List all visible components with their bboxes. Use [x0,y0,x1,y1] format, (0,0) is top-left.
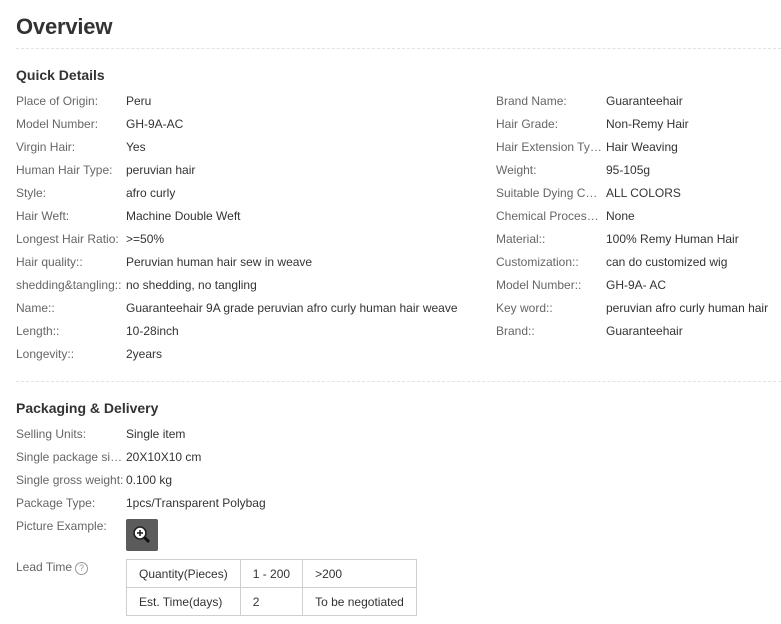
detail-value: Yes [126,140,146,154]
detail-label: Model Number:: [496,278,582,292]
detail-label: Virgin Hair: [16,140,76,154]
question-circle-icon[interactable]: ? [75,562,89,575]
detail-value: Guaranteehair [606,324,683,338]
packaging-value: Single item [126,427,186,441]
detail-label: Hair Grade: [496,117,559,131]
detail-label: Hair Extension Type: [496,140,604,154]
detail-label: Style: [16,186,47,200]
detail-value: Guaranteehair [606,94,683,108]
detail-value: 95-105g [606,163,651,177]
detail-value: 10-28inch [126,324,179,338]
packaging-value: 20X10X10 cm [126,450,202,464]
packaging-heading: Packaging & Delivery [16,400,159,416]
detail-value: GH-9A-AC [126,117,184,131]
detail-value: >=50% [126,232,165,246]
detail-value: Non-Remy Hair [606,117,689,131]
packaging-label: Selling Units: [16,427,87,441]
detail-value: 2years [126,347,163,361]
detail-value: ALL COLORS [606,186,681,200]
detail-label: Name:: [16,301,55,315]
detail-value: peruvian afro curly human hair [606,301,769,315]
detail-label: Longevity:: [16,347,75,361]
detail-value: None [606,209,635,223]
quick-details-heading: Quick Details [16,67,105,83]
detail-label: Material:: [496,232,546,246]
table-row: Est. Time(days) 2 To be negotiated [126,587,418,616]
packaging-label: Single package size: [16,450,124,464]
packaging-label: Single gross weight: [16,473,124,487]
page-title: Overview [16,14,113,39]
detail-label: Longest Hair Ratio: [16,232,119,246]
detail-value: peruvian hair [126,163,196,177]
table-cell: To be negotiated [302,587,418,616]
detail-label: Chemical Processi... [496,209,604,223]
packaging-label: Package Type: [16,496,96,510]
table-cell: 1 - 200 [239,559,304,588]
lead-time-table: Quantity(Pieces) 1 - 200 >200 Est. Time(… [126,559,418,616]
detail-label: Weight: [496,163,537,177]
detail-label: Place of Origin: [16,94,99,108]
detail-label: Length:: [16,324,60,338]
table-row: Quantity(Pieces) 1 - 200 >200 [126,559,418,588]
divider [16,381,781,382]
detail-label: Brand:: [496,324,535,338]
detail-label: Key word:: [496,301,553,315]
detail-value: Peru [126,94,152,108]
detail-value: Peruvian human hair sew in weave [126,255,313,269]
detail-label: Model Number: [16,117,99,131]
packaging-label: Picture Example: [16,519,107,533]
detail-value: no shedding, no tangling [126,278,257,292]
lead-time-label: Lead Time [16,560,73,574]
packaging-value: 0.100 kg [126,473,173,487]
detail-label: Brand Name: [496,94,567,108]
lead-time-label-wrap: Lead Time? [16,557,89,577]
table-cell: Est. Time(days) [126,587,241,616]
detail-label: Suitable Dying Colo... [496,186,604,200]
detail-label: Human Hair Type: [16,163,113,177]
detail-label: shedding&tangling:: [16,278,122,292]
packaging-value: 1pcs/Transparent Polybag [126,496,266,510]
zoom-in-icon [133,526,151,544]
detail-label: Hair Weft: [16,209,70,223]
table-cell: Quantity(Pieces) [126,559,241,588]
detail-label: Customization:: [496,255,579,269]
detail-value: Guaranteehair 9A grade peruvian afro cur… [126,301,458,315]
detail-value: Machine Double Weft [126,209,241,223]
table-cell: >200 [302,559,418,588]
table-cell: 2 [239,587,304,616]
detail-label: Hair quality:: [16,255,83,269]
detail-value: can do customized wig [606,255,728,269]
detail-value: 100% Remy Human Hair [606,232,739,246]
picture-example-thumbnail[interactable] [126,519,158,551]
detail-value: afro curly [126,186,176,200]
detail-value: Hair Weaving [606,140,678,154]
divider [16,48,781,49]
detail-value: GH-9A- AC [606,278,667,292]
